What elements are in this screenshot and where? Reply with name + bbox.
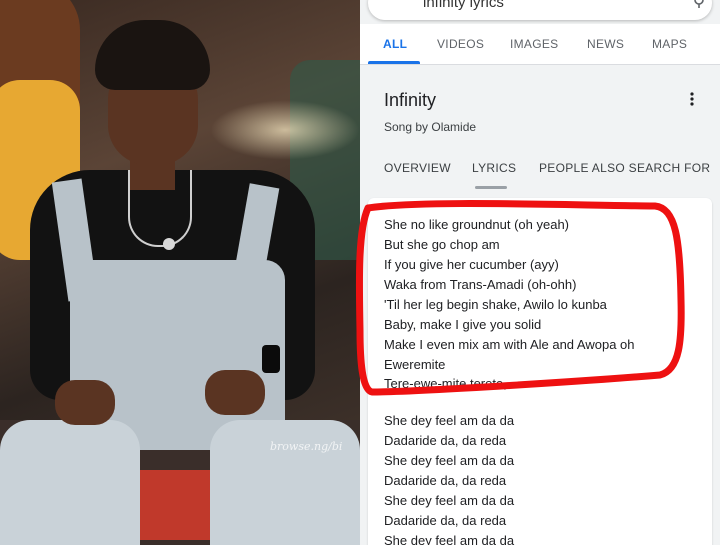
lyric-line: She no like groundnut (oh yeah) bbox=[384, 217, 570, 232]
microphone-icon[interactable] bbox=[692, 0, 706, 9]
lyric-line: But she go chop am bbox=[384, 237, 500, 252]
hand-left bbox=[55, 380, 115, 425]
tab-images[interactable]: IMAGES bbox=[510, 37, 558, 51]
active-tab-indicator bbox=[368, 61, 420, 64]
lyrics-tab-indicator bbox=[475, 186, 507, 189]
search-results-screen: infinity lyrics ALL VIDEOS IMAGES NEWS M… bbox=[360, 0, 720, 545]
leg-left bbox=[0, 420, 140, 545]
lyric-line: She dey feel am da da bbox=[384, 493, 515, 508]
lyric-line: 'Til her leg begin shake, Awilo lo kunba bbox=[384, 297, 607, 312]
lyric-line: She dey feel am da da bbox=[384, 453, 515, 468]
lyric-line: If you give her cucumber (ayy) bbox=[384, 257, 559, 272]
search-bar[interactable]: infinity lyrics bbox=[368, 0, 712, 20]
lyric-line: Tere-ewe-mite terete, bbox=[384, 376, 507, 391]
knowledge-panel-header: Infinity Song by Olamide OVERVIEW LYRICS… bbox=[360, 72, 720, 192]
tab-maps[interactable]: MAPS bbox=[652, 37, 687, 51]
lyric-line: Baby, make I give you solid bbox=[384, 317, 542, 332]
wristwatch bbox=[262, 345, 280, 373]
necklace bbox=[128, 170, 192, 247]
tab-videos[interactable]: VIDEOS bbox=[437, 37, 484, 51]
lyric-line: Waka from Trans-Amadi (oh-ohh) bbox=[384, 277, 577, 292]
necklace-pendant bbox=[163, 238, 175, 250]
background-light bbox=[210, 100, 360, 160]
lyric-line: Dadaride da, da reda bbox=[384, 433, 507, 448]
hand-right bbox=[205, 370, 265, 415]
photo-watermark: browse.ng/bi bbox=[270, 440, 343, 453]
search-tabs: ALL VIDEOS IMAGES NEWS MAPS bbox=[360, 24, 720, 65]
lyrics-card: She no like groundnut (oh yeah) But she … bbox=[368, 198, 712, 545]
hair bbox=[95, 20, 210, 90]
lyric-line: She dey feel am da da bbox=[384, 413, 515, 428]
lyric-line: Dadaride da, da reda bbox=[384, 473, 507, 488]
page-subtitle: Song by Olamide bbox=[384, 120, 477, 134]
tab-news[interactable]: NEWS bbox=[587, 37, 624, 51]
lyric-line: Dadaride da, da reda bbox=[384, 513, 507, 528]
artist-photo: browse.ng/bi bbox=[0, 0, 360, 545]
tab-lyrics[interactable]: LYRICS bbox=[472, 161, 516, 175]
page-title: Infinity bbox=[384, 90, 437, 110]
tab-all[interactable]: ALL bbox=[383, 37, 407, 51]
tab-overview[interactable]: OVERVIEW bbox=[384, 161, 451, 175]
tab-people-also-search[interactable]: PEOPLE ALSO SEARCH FOR bbox=[539, 161, 710, 175]
search-input[interactable]: infinity lyrics bbox=[423, 0, 504, 11]
lyric-line: She dey feel am da da bbox=[384, 533, 515, 545]
lyric-line: Make I even mix am with Ale and Awopa oh bbox=[384, 337, 635, 352]
more-options-icon[interactable] bbox=[690, 92, 694, 106]
lyric-line: Eweremite bbox=[384, 357, 446, 372]
leg-right bbox=[210, 420, 360, 545]
